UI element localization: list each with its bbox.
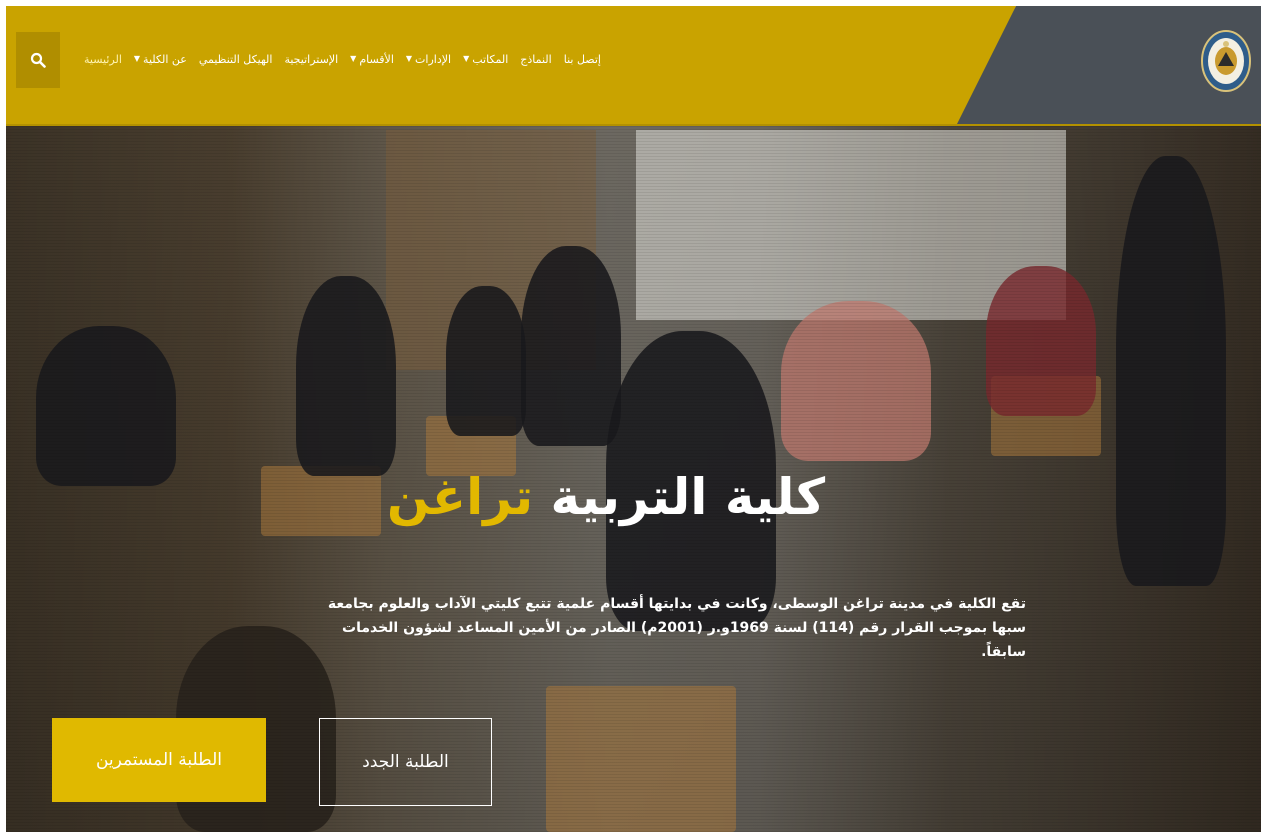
nav-item-label: الإستراتيجية bbox=[284, 52, 339, 66]
search-button[interactable] bbox=[16, 32, 60, 88]
nav-item-label: الهيكل التنظيمي bbox=[198, 52, 273, 66]
search-icon bbox=[30, 52, 46, 68]
nav-item-4[interactable]: الأقسام ▼ bbox=[350, 53, 394, 66]
hero-description: تقع الكلية في مدينة تراغن الوسطى، وكانت … bbox=[327, 596, 1026, 660]
college-logo bbox=[1201, 30, 1251, 92]
hero-title-main: كلية التربية bbox=[550, 468, 826, 526]
nav-item-8[interactable]: إتصل بنا bbox=[564, 53, 601, 66]
nav-item-label: الرئيسية bbox=[84, 52, 122, 66]
site-header: الرئيسية عن الكلية ▼ الهيكل التنظيمي الإسترا… bbox=[6, 6, 1261, 126]
nav-item-label: عن الكلية bbox=[143, 52, 187, 66]
chevron-down-icon: ▼ bbox=[350, 54, 357, 63]
hero-title: كلية التربية تراغن bbox=[6, 468, 1206, 526]
nav-item-label: المكاتب bbox=[472, 52, 509, 66]
hero-section: كلية التربية تراغن تقع الكلية في مدينة ت… bbox=[6, 126, 1261, 832]
chevron-down-icon: ▼ bbox=[133, 54, 141, 63]
nav-item-label: الإدارات bbox=[415, 52, 452, 66]
nav-item-7[interactable]: النماذج bbox=[520, 53, 551, 66]
nav-item-2[interactable]: الهيكل التنظيمي bbox=[199, 53, 273, 66]
continuing-students-button[interactable]: الطلبة المستمرين bbox=[52, 718, 266, 802]
chevron-down-icon: ▼ bbox=[405, 54, 413, 63]
nav-item-6[interactable]: المكاتب ▼ bbox=[463, 53, 508, 66]
nav-item-1[interactable]: عن الكلية ▼ bbox=[134, 53, 187, 66]
new-students-button[interactable]: الطلبة الجدد bbox=[319, 718, 492, 806]
nav-item-3[interactable]: الإستراتيجية bbox=[284, 53, 338, 66]
hero-title-accent: تراغن bbox=[386, 468, 534, 526]
nav-item-label: إتصل بنا bbox=[563, 52, 601, 66]
chevron-down-icon: ▼ bbox=[463, 54, 470, 63]
main-nav: الرئيسية عن الكلية ▼ الهيكل التنظيمي الإسترا… bbox=[84, 48, 601, 70]
nav-item-0[interactable]: الرئيسية bbox=[84, 53, 122, 66]
page: الرئيسية عن الكلية ▼ الهيكل التنظيمي الإسترا… bbox=[0, 0, 1261, 832]
nav-item-5[interactable]: الإدارات ▼ bbox=[406, 53, 451, 66]
nav-item-label: النماذج bbox=[520, 52, 552, 66]
nav-item-label: الأقسام bbox=[359, 52, 394, 66]
